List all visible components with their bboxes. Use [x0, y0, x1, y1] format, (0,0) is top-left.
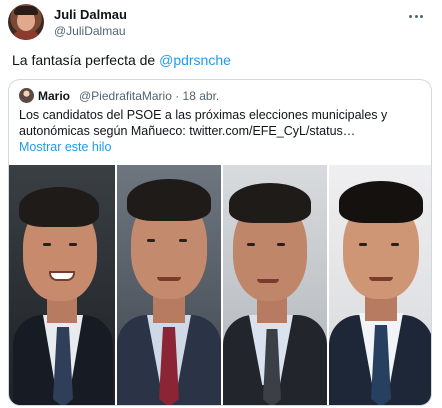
author-handle[interactable]: @JuliDalmau: [54, 24, 126, 38]
quoted-avatar[interactable]: [19, 88, 34, 103]
quoted-author-handle[interactable]: @PiedrafitaMario · 18 abr.: [79, 89, 219, 103]
quoted-text-line-1: Los candidatos del PSOE a las próximas e…: [19, 108, 388, 122]
quoted-text-line-2: autonómicas según Mañueco: twitter.com/E…: [19, 124, 356, 138]
avatar-body: [12, 30, 40, 40]
author-name[interactable]: Juli Dalmau: [54, 7, 127, 22]
photo-grid: [9, 165, 431, 405]
avatar-hair: [14, 6, 38, 15]
show-thread-link[interactable]: Mostrar este hilo: [19, 140, 111, 154]
photo-2[interactable]: [117, 165, 221, 405]
tweet-text-body: La fantasía perfecta de: [12, 52, 160, 68]
photo-3[interactable]: [223, 165, 327, 405]
photo-1[interactable]: [9, 165, 115, 405]
photo-4[interactable]: [329, 165, 431, 405]
quoted-tweet-text: Los candidatos del PSOE a las próximas e…: [19, 107, 423, 139]
tweet-text: La fantasía perfecta de @pdrsnche: [12, 52, 231, 68]
mention-link[interactable]: @pdrsnche: [159, 52, 231, 68]
quoted-tweet[interactable]: Mario @PiedrafitaMario · 18 abr. Los can…: [8, 79, 432, 406]
avatar[interactable]: [8, 4, 44, 40]
tweet-header: Juli Dalmau @JuliDalmau: [8, 4, 434, 44]
quoted-author-name[interactable]: Mario: [38, 89, 70, 103]
more-options-icon[interactable]: [408, 8, 430, 22]
